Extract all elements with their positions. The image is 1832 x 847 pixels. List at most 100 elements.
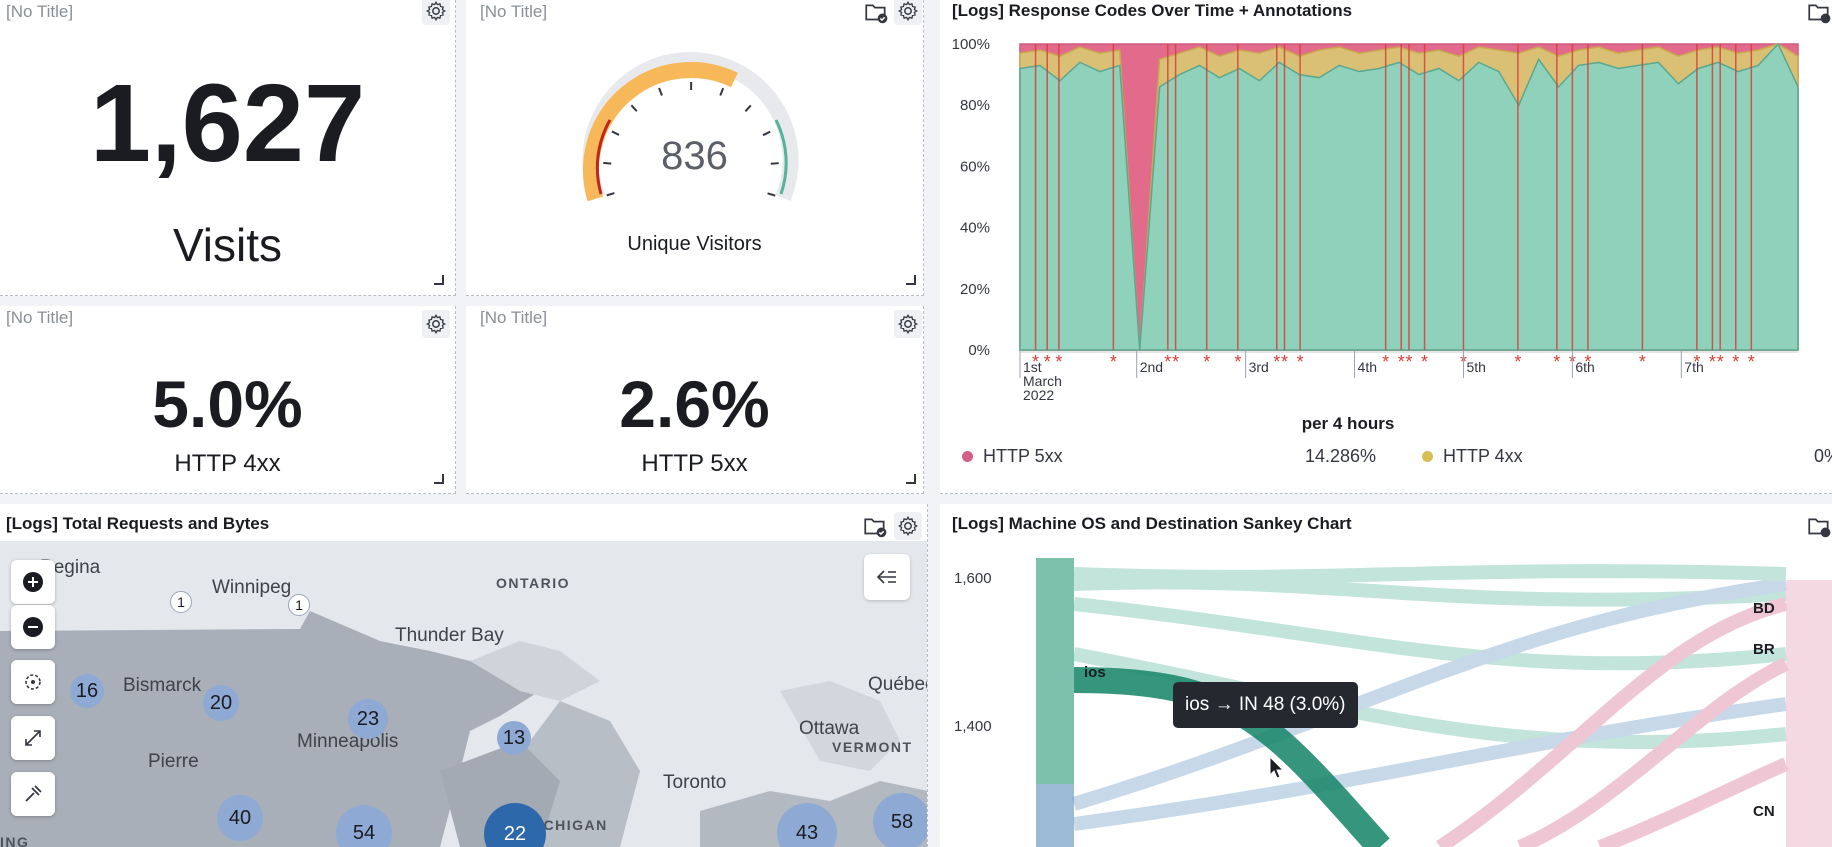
panel-settings-button[interactable] [422, 310, 450, 338]
sankey-node-label: BR [1753, 641, 1775, 658]
gauge-tick [606, 192, 615, 197]
annotation-marker: * [1732, 352, 1739, 372]
wrench-icon [25, 785, 42, 802]
panel-title: [No Title] [480, 308, 548, 327]
sankey-node-label: BD [1753, 600, 1775, 617]
zoom-out-button[interactable] [11, 605, 55, 649]
legend-value-5xx: 14.286% [1305, 446, 1377, 466]
annotation-marker: * [1172, 352, 1179, 372]
layers-toggle-button[interactable] [864, 554, 910, 600]
crosshair-icon [25, 674, 41, 690]
map-cluster[interactable]: 40 [217, 795, 263, 841]
gauge-tick [767, 192, 776, 197]
zoom-in-button[interactable] [11, 560, 55, 604]
fullscreen-button[interactable] [11, 716, 55, 760]
sankey-node-label: ios [1084, 664, 1106, 681]
minus-icon [23, 617, 43, 637]
unique-visitors-panel: [No Title] 836 Unique Visitors [466, 0, 924, 296]
city-label: Minneapolis [297, 731, 399, 752]
unique-visitors-value: 836 [661, 134, 728, 178]
legend-value-4xx: 0% [1814, 446, 1832, 466]
unique-visitors-gauge [582, 52, 799, 202]
sankey-chart [1036, 558, 1832, 847]
http5xx-value: 2.6% [619, 367, 770, 441]
x-axis-title: per 4 hours [1301, 414, 1395, 433]
legend-item-5xx[interactable]: HTTP 5xx [962, 446, 1063, 467]
gauge-tick [630, 104, 638, 112]
draw-tool-button[interactable] [11, 772, 55, 816]
visits-label: Visits [172, 219, 283, 271]
gear-icon [898, 314, 918, 334]
resize-handle[interactable] [434, 275, 444, 285]
legend-dot-icon [962, 451, 973, 462]
annotation-marker: * [1273, 352, 1280, 372]
gear-icon [426, 1, 446, 21]
panel-settings-button[interactable] [894, 0, 922, 25]
legend-dot-icon [1422, 451, 1433, 462]
map-cluster[interactable]: 20 [203, 685, 239, 721]
panel-settings-button[interactable] [894, 310, 922, 338]
annotation-marker: * [1748, 352, 1755, 372]
panel-title: [No Title] [480, 2, 548, 21]
x-tick-label: 2022 [1023, 387, 1054, 403]
legend-item-4xx[interactable]: HTTP 4xx [1422, 446, 1523, 467]
gear-icon [898, 516, 918, 536]
y-tick-label: 40% [960, 220, 990, 237]
map-cluster[interactable]: 16 [70, 674, 104, 708]
map-view[interactable]: Regina Winnipeg Thunder Bay Bismarck Min… [0, 541, 927, 847]
resize-handle[interactable] [434, 474, 444, 484]
annotation-marker: * [1639, 352, 1646, 372]
city-label: Ottawa [799, 718, 860, 739]
city-label: Thunder Bay [395, 625, 504, 646]
x-tick-label: 3rd [1249, 359, 1269, 375]
gauge-tick [744, 104, 752, 113]
x-tick-label: 4th [1358, 359, 1377, 375]
resize-handle[interactable] [906, 275, 916, 285]
annotation-marker: * [1717, 352, 1724, 372]
collapse-arrow-icon [876, 570, 896, 584]
http5xx-label: HTTP 5xx [641, 450, 748, 477]
map-cluster[interactable]: 13 [497, 721, 531, 755]
visits-value: 1,627 [89, 62, 366, 185]
gear-icon [898, 1, 918, 21]
annotation-marker: * [1405, 352, 1412, 372]
total-requests-panel: [Logs] Total Requests and Bytes Regina W… [0, 504, 928, 847]
panel-settings-button[interactable] [422, 0, 450, 25]
map-cluster[interactable]: 23 [348, 699, 388, 739]
sankey-panel: [Logs] Machine OS and Destination Sankey… [940, 504, 1832, 847]
fit-data-button[interactable] [11, 660, 55, 704]
annotation-marker: * [1382, 352, 1389, 372]
panel-settings-button[interactable] [894, 512, 922, 540]
y-tick-label: 60% [960, 158, 990, 175]
panel-title: [Logs] Total Requests and Bytes [6, 514, 270, 533]
gauge-tick [658, 87, 663, 96]
http5xx-panel: [No Title] 2.6% HTTP 5xx [466, 306, 924, 494]
resize-handle[interactable] [906, 474, 916, 484]
response-codes-chart: 100%80%60%40%20%0%* * * * * * * * * * * * * * * * * * * * * *… [952, 36, 1799, 403]
gauge-tick [719, 87, 725, 96]
map-cluster[interactable]: 1 [170, 591, 192, 613]
annotation-marker: * [1553, 352, 1560, 372]
region-label: ONTARIO [496, 575, 571, 591]
folder-check-icon[interactable] [862, 514, 888, 540]
folder-check-icon[interactable] [863, 0, 889, 26]
annotation-marker: * [1421, 352, 1428, 372]
gear-icon [426, 314, 446, 334]
map-cluster[interactable]: 58 [873, 793, 927, 847]
x-tick-label: 5th [1466, 359, 1485, 375]
annotation-marker: * [1164, 352, 1171, 372]
map-cluster[interactable]: 1 [288, 594, 310, 616]
legend-label: HTTP 4xx [1443, 446, 1523, 466]
http4xx-label: HTTP 4xx [174, 450, 281, 477]
region-label: ING [0, 834, 30, 847]
annotation-marker: * [1044, 352, 1051, 372]
city-label: Toronto [663, 772, 727, 793]
x-tick-label: 2nd [1140, 359, 1163, 375]
city-label: Bismarck [123, 675, 202, 696]
sankey-tooltip: ios → IN 48 (3.0%) [1173, 682, 1358, 728]
panel-title: [No Title] [6, 2, 74, 21]
expand-icon [25, 730, 41, 746]
y-tick-label: 80% [960, 97, 990, 114]
response-codes-panel: [Logs] Response Codes Over Time + Annota… [940, 0, 1832, 494]
plus-icon [23, 572, 43, 592]
